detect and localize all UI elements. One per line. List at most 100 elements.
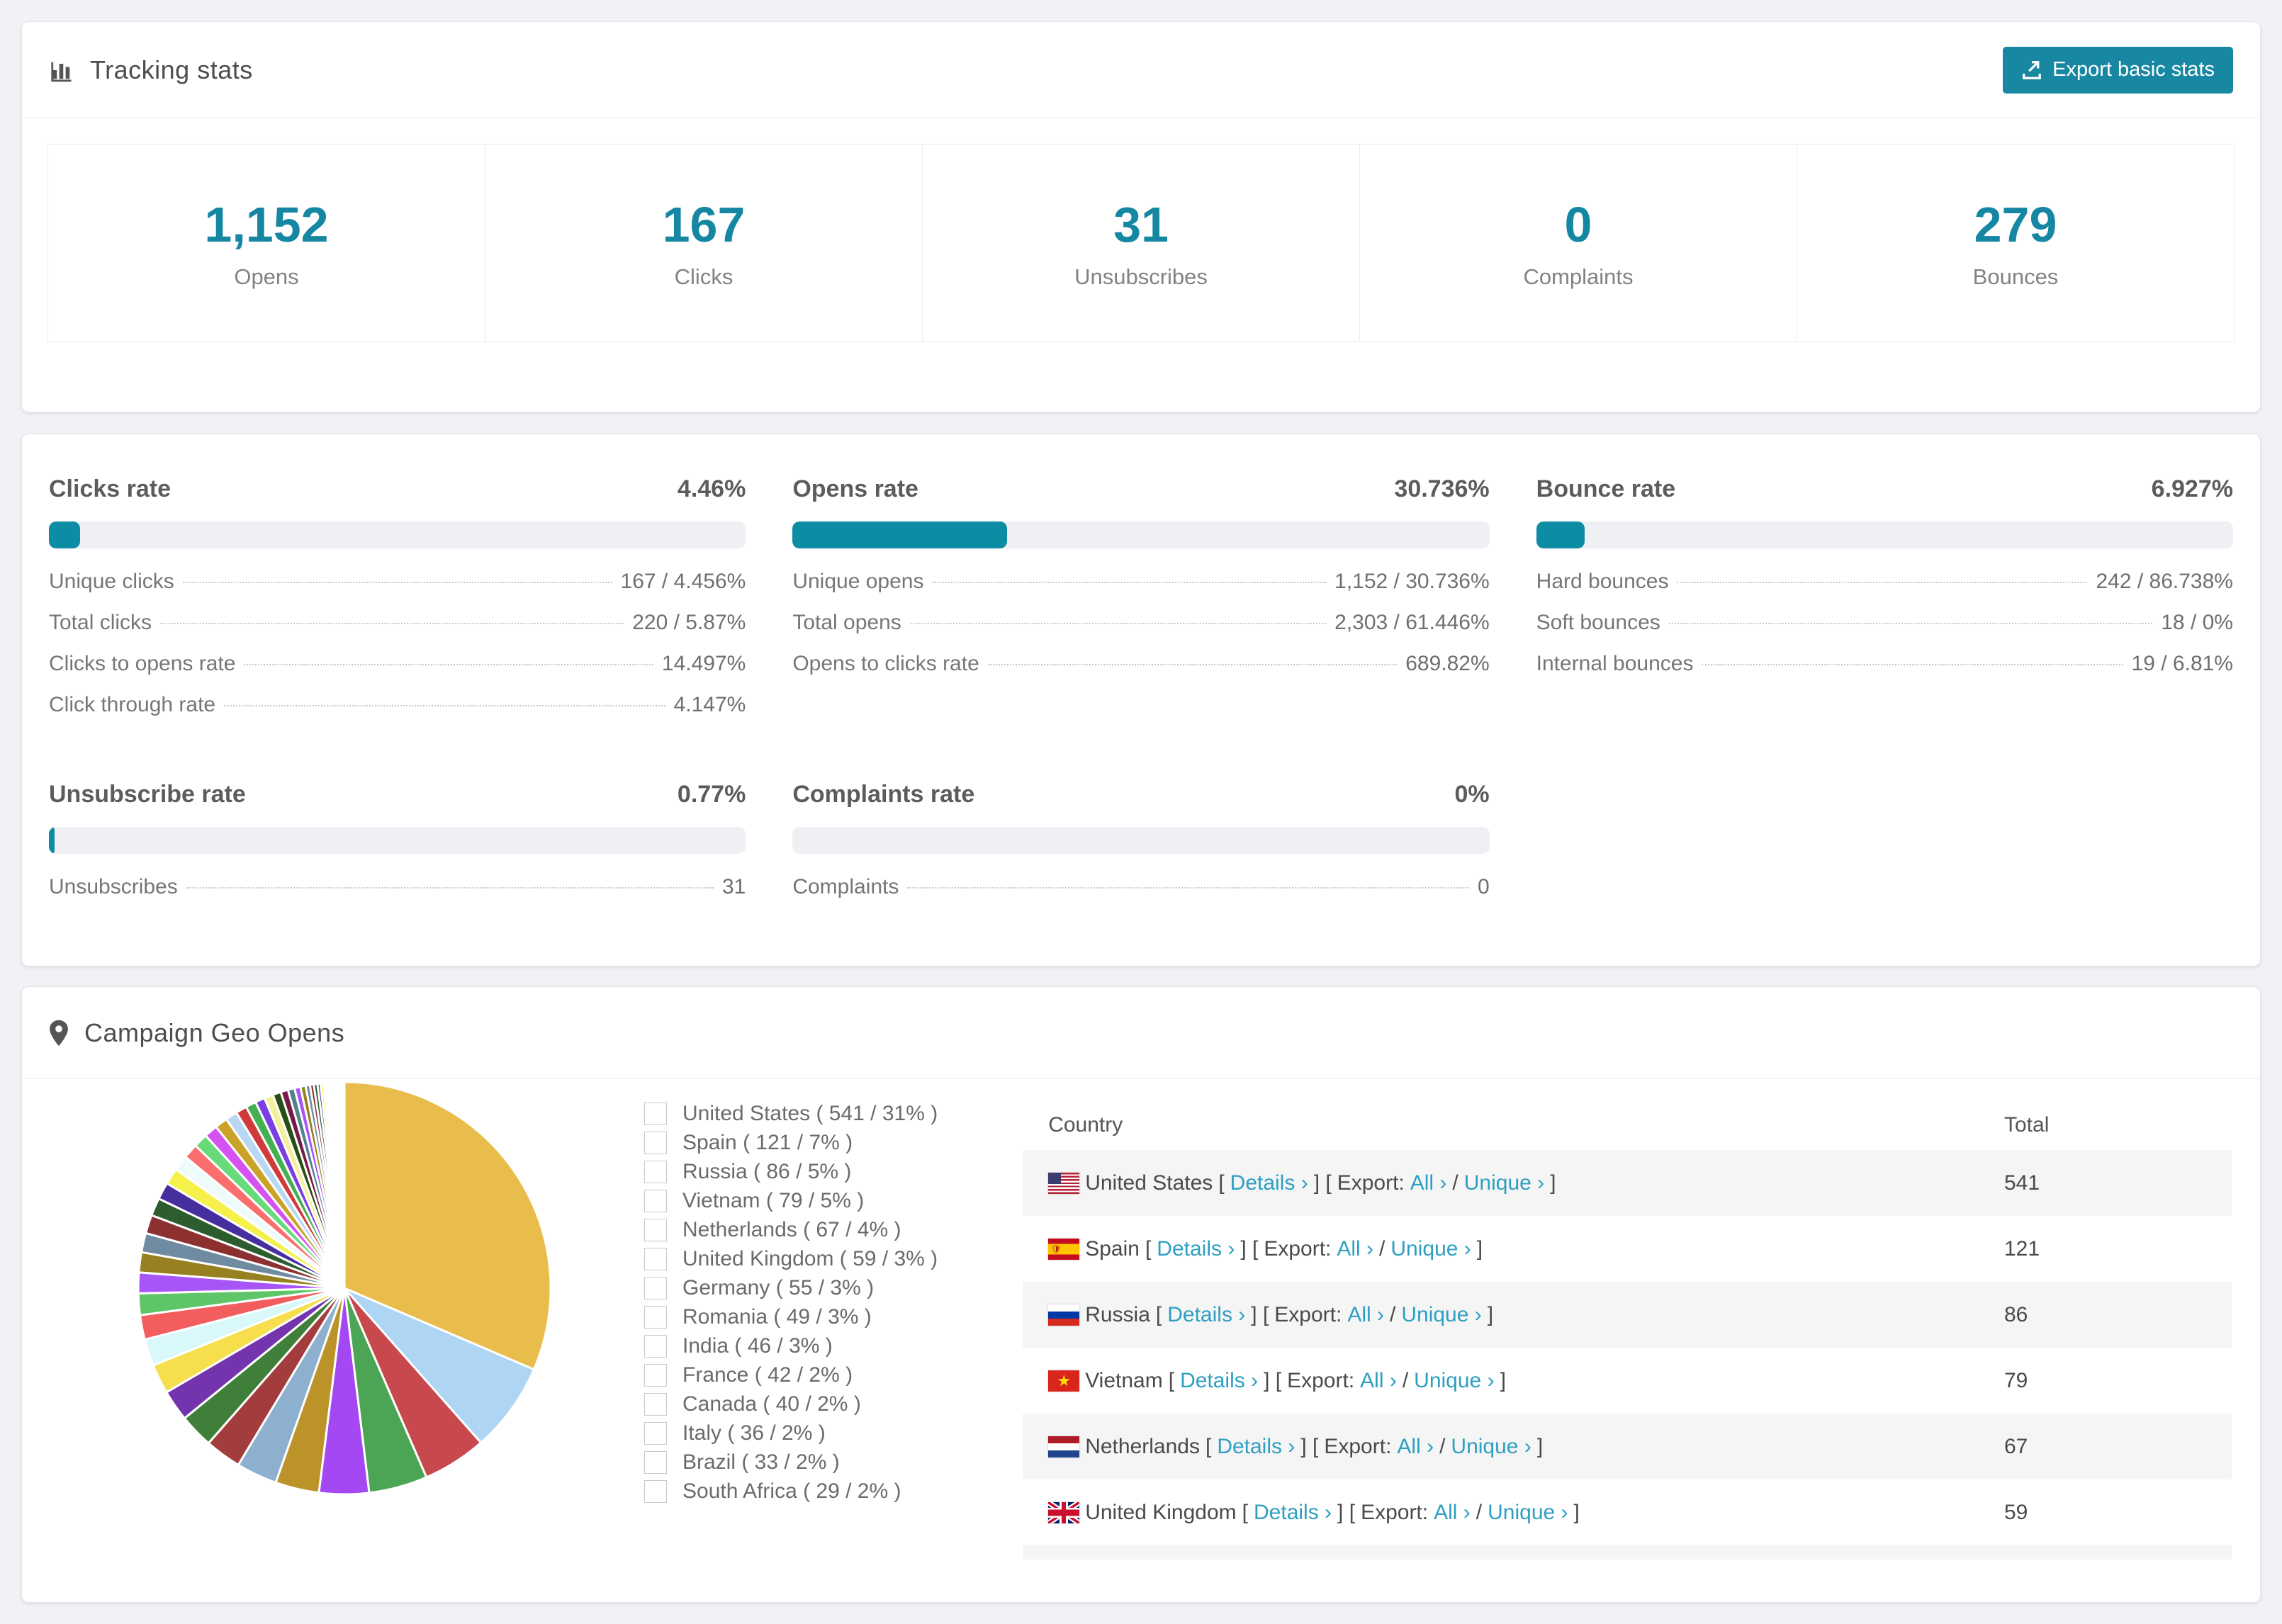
country-total: 86: [2004, 1302, 2028, 1326]
geo-table-header: Country Total: [1023, 1100, 2232, 1150]
export-unique-link[interactable]: Unique ›: [1464, 1171, 1544, 1195]
clicks-rate-progressbar: [49, 521, 746, 548]
legend-item: Spain ( 121 / 7% ): [644, 1128, 938, 1157]
uk-flag-icon: [1048, 1501, 1080, 1523]
spain-flag-icon: [1048, 1238, 1080, 1260]
bounce-rate-title: Bounce rate: [1536, 475, 1676, 502]
details-link[interactable]: Details ›: [1230, 1171, 1308, 1195]
country-total: 541: [2004, 1171, 2040, 1195]
rate-row: Internal bounces 19 / 6.81%: [1536, 652, 2233, 675]
export-icon: [2023, 60, 2041, 79]
complaints-count: 0: [1564, 197, 1592, 252]
rate-row: Unsubscribes 31: [49, 875, 746, 898]
complaints-rate-title: Complaints rate: [792, 781, 975, 808]
export-unique-link[interactable]: Unique ›: [1390, 1237, 1471, 1261]
legend-item: India ( 46 / 3% ): [644, 1331, 938, 1360]
country-total: 121: [2004, 1236, 2040, 1261]
legend-item: Germany ( 55 / 3% ): [644, 1273, 938, 1302]
bounce-rate-value: 6.927%: [2151, 475, 2233, 502]
stat-bounces: 279 Bounces: [1797, 144, 2235, 342]
rate-row: Opens to clicks rate 689.82%: [792, 652, 1490, 675]
export-unique-link[interactable]: Unique ›: [1401, 1303, 1481, 1327]
complaints-rate-value: 0%: [1454, 781, 1490, 808]
legend-item: Italy ( 36 / 2% ): [644, 1419, 938, 1448]
legend-item: United States ( 541 / 31% ): [644, 1099, 938, 1128]
legend-swatch: [644, 1247, 667, 1270]
legend-swatch: [644, 1363, 667, 1387]
export-basic-stats-button[interactable]: Export basic stats: [2003, 46, 2233, 94]
export-all-link[interactable]: All ›: [1410, 1171, 1447, 1195]
legend-swatch: [644, 1160, 667, 1183]
export-all-link[interactable]: All ›: [1397, 1435, 1434, 1459]
export-unique-link[interactable]: Unique ›: [1414, 1369, 1494, 1393]
legend-item: Russia ( 86 / 5% ): [644, 1157, 938, 1186]
rate-row: Soft bounces 18 / 0%: [1536, 611, 2233, 634]
us-flag-icon: [1048, 1172, 1080, 1194]
map-pin-icon: [50, 1020, 68, 1046]
export-all-link[interactable]: All ›: [1434, 1501, 1471, 1525]
stat-complaints: 0 Complaints: [1359, 144, 1797, 342]
unsubscribe-rate-value: 0.77%: [677, 781, 746, 808]
export-all-link[interactable]: All ›: [1337, 1237, 1373, 1261]
geo-pie-chart: [135, 1079, 553, 1501]
tracking-stats-title: Tracking stats: [49, 55, 253, 85]
rate-row: Hard bounces 242 / 86.738%: [1536, 570, 2233, 593]
legend-item: Romania ( 49 / 3% ): [644, 1302, 938, 1331]
export-unique-link[interactable]: Unique ›: [1451, 1435, 1531, 1459]
country-total: 67: [2004, 1434, 2028, 1458]
unsubscribe-rate-title: Unsubscribe rate: [49, 781, 246, 808]
geo-opens-panel: Campaign Geo Opens United States ( 541 /…: [21, 986, 2261, 1603]
tracking-stats-panel: Tracking stats Export basic stats 1,152 …: [21, 21, 2261, 412]
geo-country-table: Country Total United States [Details ›] …: [1023, 1100, 2232, 1560]
clicks-rate-value: 4.46%: [677, 475, 746, 502]
opens-rate-value: 30.736%: [1394, 475, 1490, 502]
details-link[interactable]: Details ›: [1157, 1237, 1235, 1261]
unsubscribes-count: 31: [1113, 197, 1169, 252]
country-total: 79: [2004, 1368, 2028, 1392]
complaints-rate-block: Complaints rate 0% Complaints 0: [792, 781, 1490, 916]
export-all-link[interactable]: All ›: [1360, 1369, 1397, 1393]
legend-swatch: [644, 1334, 667, 1358]
stat-opens: 1,152 Opens: [47, 144, 485, 342]
geo-row-united-states: United States [Details ›] [Export: All › /…: [1023, 1150, 2232, 1216]
legend-swatch: [644, 1305, 667, 1329]
export-all-link[interactable]: All ›: [1347, 1303, 1384, 1327]
export-unique-link[interactable]: Unique ›: [1488, 1501, 1568, 1525]
details-link[interactable]: Details ›: [1180, 1369, 1258, 1393]
complaints-rate-progressbar: [792, 827, 1490, 854]
tracking-stats-header: Tracking stats Export basic stats: [22, 22, 2260, 118]
legend-swatch: [644, 1421, 667, 1445]
opens-count: 1,152: [204, 197, 329, 252]
legend-item: Canada ( 40 / 2% ): [644, 1389, 938, 1419]
legend-item: United Kingdom ( 59 / 3% ): [644, 1244, 938, 1273]
unsubscribe-rate-progressbar: [49, 827, 746, 854]
legend-swatch: [644, 1392, 667, 1416]
legend-item: South Africa ( 29 / 2% ): [644, 1477, 938, 1506]
legend-item: France ( 42 / 2% ): [644, 1360, 938, 1389]
legend-swatch: [644, 1479, 667, 1503]
legend-swatch: [644, 1218, 667, 1241]
details-link[interactable]: Details ›: [1167, 1303, 1245, 1327]
clicks-rate-title: Clicks rate: [49, 475, 171, 502]
clicks-rate-block: Clicks rate 4.46% Unique clicks 167 / 4.45…: [49, 475, 746, 734]
details-link[interactable]: Details ›: [1217, 1435, 1295, 1459]
rate-row: Unique opens 1,152 / 30.736%: [792, 570, 1490, 593]
rates-panel: Clicks rate 4.46% Unique clicks 167 / 4.45…: [21, 434, 2261, 966]
geo-opens-header: Campaign Geo Opens: [22, 987, 2260, 1079]
country-column-header: Country: [1048, 1113, 1123, 1137]
legend-swatch: [644, 1450, 667, 1474]
rate-row: Total clicks 220 / 5.87%: [49, 611, 746, 634]
opens-rate-block: Opens rate 30.736% Unique opens 1,152 / 30…: [792, 475, 1490, 734]
geo-row-spain: Spain [Details ›] [Export:All ›/Unique ›…: [1023, 1216, 2232, 1282]
rate-row: Clicks to opens rate 14.497%: [49, 652, 746, 675]
geo-row-united-kingdom: United Kingdom [Details ›] [Export: All ›…: [1023, 1479, 2232, 1545]
bounce-rate-progressbar: [1536, 521, 2233, 548]
details-link[interactable]: Details ›: [1254, 1501, 1332, 1525]
geo-title: Campaign Geo Opens: [84, 1017, 345, 1047]
legend-item: Vietnam ( 79 / 5% ): [644, 1186, 938, 1215]
total-column-header: Total: [2004, 1113, 2050, 1137]
geo-legend: United States ( 541 / 31% ) Spain ( 121 …: [644, 1099, 938, 1506]
bar-chart-icon: [51, 62, 72, 81]
stat-unsubscribes: 31 Unsubscribes: [922, 144, 1360, 342]
legend-swatch: [644, 1131, 667, 1154]
